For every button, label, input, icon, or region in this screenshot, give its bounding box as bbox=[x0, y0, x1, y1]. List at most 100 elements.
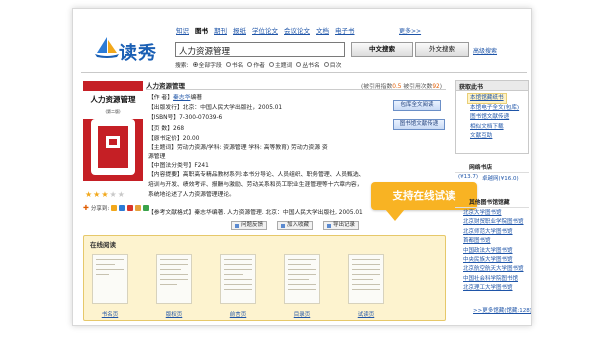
library-item[interactable]: 北京大学图书馆 bbox=[463, 209, 524, 218]
share-qzone-icon[interactable] bbox=[111, 205, 118, 211]
page-link-trial[interactable]: 试读页 bbox=[348, 310, 384, 318]
feedback-label: 问题反馈 bbox=[241, 222, 264, 228]
page-thumbnail-contents[interactable] bbox=[284, 254, 320, 304]
library-item[interactable]: 北京理工大学图书馆 bbox=[463, 284, 524, 293]
scope-radio-label: 丛书名 bbox=[302, 63, 320, 69]
scope-radio-label: 书名 bbox=[231, 63, 244, 69]
page-link-contents[interactable]: 目录页 bbox=[284, 310, 320, 318]
scope-radio-title[interactable]: 书名 bbox=[225, 60, 244, 69]
star-filled-icon: ★ bbox=[101, 190, 109, 199]
radio-icon bbox=[247, 62, 253, 67]
link-doc-help[interactable]: 文献互助 bbox=[470, 132, 519, 141]
book-details: 【作 者】秦志华编著 【出版发行】北京：中国人民大学出版社，2005.01 【I… bbox=[148, 93, 364, 227]
radio-icon bbox=[268, 62, 274, 67]
library-item[interactable]: 首都图书馆 bbox=[463, 237, 524, 246]
shop-prices: (¥13.7) 卓越网(¥16.0) bbox=[458, 174, 519, 182]
document-delivery-button[interactable]: 图书馆文献传递 bbox=[393, 119, 445, 130]
cover-edition: (第二版) bbox=[105, 109, 121, 114]
shop-price-1[interactable]: (¥13.7) bbox=[458, 174, 478, 182]
get-book-links: 本馆馆藏纸书 本馆电子全文(包库) 图书馆文献传递 相似文档下载 文献互助 bbox=[467, 93, 519, 141]
export-record-button[interactable]: 导出记录 bbox=[323, 221, 360, 230]
share-renren-icon[interactable] bbox=[119, 205, 126, 211]
library-item[interactable]: 北京财贸职业学院图书馆 bbox=[463, 218, 524, 227]
author-link[interactable]: 秦志华 bbox=[173, 95, 190, 101]
library-list: 北京大学图书馆 北京财贸职业学院图书馆 北京师范大学图书馆 首都图书馆 中国政法… bbox=[463, 209, 524, 294]
nav-tab-theses[interactable]: 学位论文 bbox=[252, 25, 278, 35]
page-link-title[interactable]: 书名页 bbox=[92, 310, 128, 318]
search-input[interactable]: 人力资源管理 bbox=[175, 42, 345, 57]
detail-clc: 【中图法分类号】F241 bbox=[148, 163, 209, 170]
rating-stars: ★ ★ ★ ★ ★ bbox=[85, 191, 125, 199]
page-link-copyright[interactable]: 版权页 bbox=[156, 310, 192, 318]
page-thumbnail-preface[interactable] bbox=[220, 254, 256, 304]
more-libraries-link[interactable]: >>更多馆藏(馆藏:128) bbox=[473, 306, 531, 314]
author-suffix: 编著 bbox=[190, 95, 203, 101]
citation-mid: 被引用次数 bbox=[401, 84, 433, 90]
share-label: 分享到: bbox=[90, 206, 110, 212]
page-thumbnail-copyright[interactable] bbox=[156, 254, 192, 304]
detail-publisher: 【出版发行】北京：中国人民大学出版社，2005.01 bbox=[148, 105, 283, 112]
link-local-fulltext[interactable]: 本馆电子全文(包库) bbox=[470, 104, 519, 113]
feedback-button[interactable]: 问题反馈 bbox=[231, 221, 268, 230]
page-thumbnail-title[interactable] bbox=[92, 254, 128, 304]
read-full-text-button[interactable]: 包库全文阅读 bbox=[393, 100, 441, 111]
scope-radio-all[interactable]: 全部字段 bbox=[192, 60, 222, 69]
detail-pages: 【页 数】268 bbox=[148, 125, 185, 132]
nav-tab-books[interactable]: 图书 bbox=[195, 25, 208, 35]
callout-tail bbox=[385, 209, 405, 221]
share-icon: ✚ bbox=[83, 204, 89, 212]
online-shops-title: 网络书店 bbox=[455, 162, 529, 173]
citation-count: 92 bbox=[432, 84, 440, 90]
library-item[interactable]: 北京航空航天大学图书馆 bbox=[463, 265, 524, 274]
other-libraries-section: 其他图书馆馆藏 bbox=[455, 197, 529, 208]
link-doc-delivery[interactable]: 图书馆文献传递 bbox=[470, 113, 519, 122]
scope-radio-series[interactable]: 丛书名 bbox=[296, 60, 320, 69]
scope-radio-author[interactable]: 作者 bbox=[247, 60, 265, 69]
online-reading-panel: 在线阅读 书名页 版权页 前言页 目录页 试读页 bbox=[83, 235, 446, 321]
book-title-bar: 人力资源管理 (被引用指数0.5 被引用次数92) bbox=[146, 80, 446, 90]
radio-icon bbox=[323, 62, 329, 67]
library-item[interactable]: 中国政法大学图书馆 bbox=[463, 247, 524, 256]
sailboat-logo-icon bbox=[95, 37, 119, 58]
scope-radio-subject[interactable]: 主题词 bbox=[268, 60, 292, 69]
scope-radio-label: 目次 bbox=[329, 63, 342, 69]
foreign-search-button[interactable]: 外文搜索 bbox=[415, 42, 469, 57]
page-link-preface[interactable]: 前言页 bbox=[220, 310, 256, 318]
library-item[interactable]: 中央民族大学图书馆 bbox=[463, 256, 524, 265]
nav-tab-documents[interactable]: 文档 bbox=[316, 25, 329, 35]
link-similar-docs[interactable]: 相似文档下载 bbox=[470, 123, 519, 132]
book-cover-image[interactable]: 人力资源管理 (第二版) bbox=[83, 81, 143, 181]
star-filled-icon: ★ bbox=[85, 190, 93, 199]
share-weibo-icon[interactable] bbox=[127, 205, 134, 211]
nav-more-link[interactable]: 更多>> bbox=[399, 26, 421, 35]
author-label: 【作 者】 bbox=[148, 95, 174, 101]
citation-index: 0.5 bbox=[392, 84, 402, 90]
detail-summary: 【内容提要】高职高专精品教材系列:本书分导论、人员组织、职务管理、人员甄选、培训… bbox=[148, 172, 365, 198]
library-item[interactable]: 北京师范大学图书馆 bbox=[463, 228, 524, 237]
export-icon bbox=[327, 223, 331, 228]
radio-icon bbox=[296, 62, 302, 67]
shop-price-2[interactable]: 卓越网(¥16.0) bbox=[482, 174, 519, 182]
online-shops-section: 网络书店 bbox=[455, 162, 529, 173]
library-item[interactable]: 中国社会科学院图书馆 bbox=[463, 275, 524, 284]
nav-tab-journals[interactable]: 期刊 bbox=[214, 25, 227, 35]
scope-radio-label: 作者 bbox=[253, 63, 265, 69]
chinese-search-button[interactable]: 中文搜索 bbox=[351, 42, 413, 57]
detail-price: 【原书定价】20.00 bbox=[148, 135, 200, 142]
radio-icon bbox=[225, 62, 231, 67]
advanced-search-link[interactable]: 高级搜索 bbox=[473, 46, 497, 55]
nav-tab-conference[interactable]: 会议论文 bbox=[284, 25, 310, 35]
cover-graphic-inner bbox=[106, 136, 120, 148]
feedback-icon bbox=[235, 223, 239, 228]
nav-tab-knowledge[interactable]: 知识 bbox=[176, 25, 189, 35]
star-empty-icon: ★ bbox=[117, 190, 125, 199]
online-reading-title: 在线阅读 bbox=[90, 241, 116, 249]
scope-radio-toc[interactable]: 目次 bbox=[323, 60, 342, 69]
nav-tab-newspapers[interactable]: 报纸 bbox=[233, 25, 246, 35]
add-favorite-button[interactable]: 加入收藏 bbox=[277, 221, 314, 230]
share-kaixin-icon[interactable] bbox=[135, 205, 142, 211]
link-local-print[interactable]: 本馆馆藏纸书 bbox=[467, 93, 507, 105]
page-thumbnail-trial[interactable] bbox=[348, 254, 384, 304]
nav-tab-ebooks[interactable]: 电子书 bbox=[335, 25, 355, 35]
other-libraries-title: 其他图书馆馆藏 bbox=[455, 197, 529, 208]
